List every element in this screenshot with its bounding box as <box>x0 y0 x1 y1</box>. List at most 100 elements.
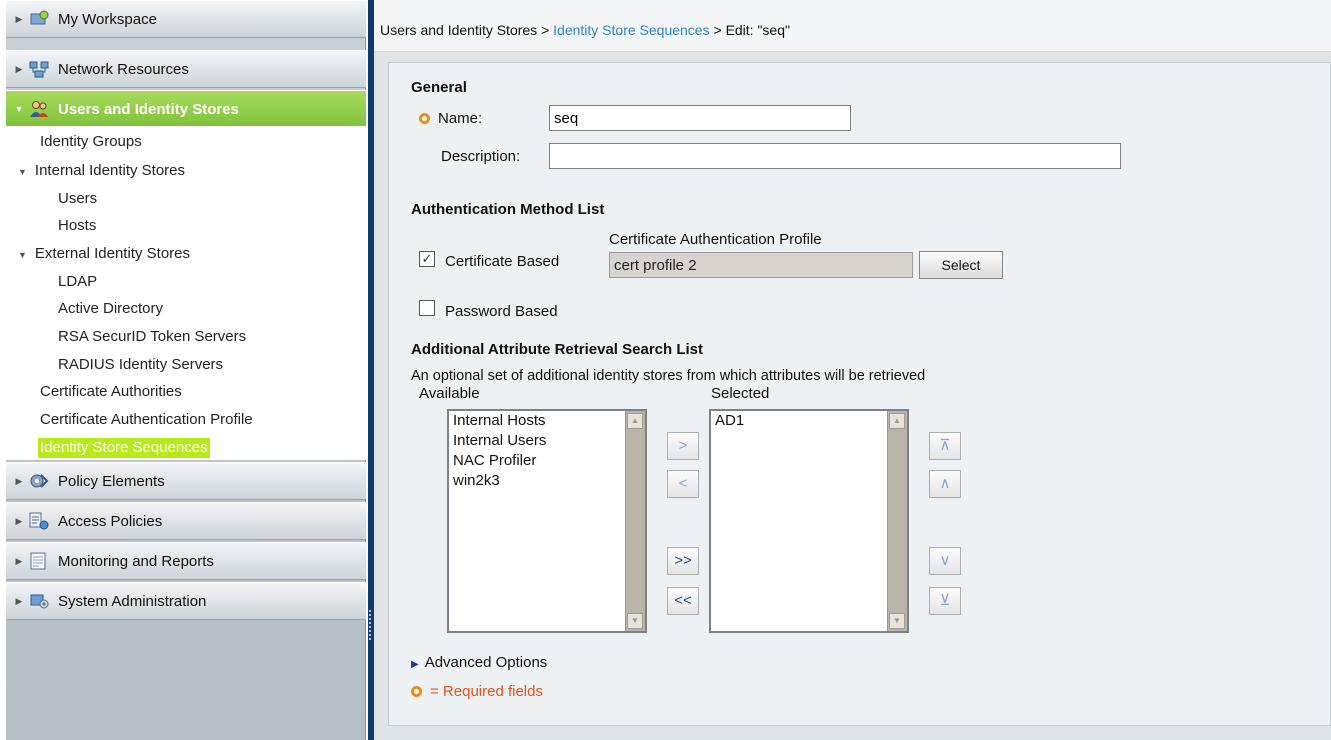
system-admin-icon <box>28 591 50 611</box>
tree-item-internal-identity-stores[interactable]: ▼ Internal Identity Stores <box>18 161 185 182</box>
expand-arrow-icon: ▶ <box>15 63 23 74</box>
cert-profile-field[interactable] <box>609 252 913 278</box>
tree-item-hosts[interactable]: Hosts <box>58 216 96 236</box>
scroll-down-icon[interactable]: ▼ <box>889 613 905 629</box>
drawer-label: Monitoring and Reports <box>58 552 214 570</box>
description-label: Description: <box>441 148 521 165</box>
advanced-options-toggle[interactable]: ▶ Advanced Options <box>411 654 547 671</box>
drawer-label: Network Resources <box>58 60 189 78</box>
drawer-policy-elements[interactable]: ▶ Policy Elements <box>6 462 366 500</box>
required-fields-text: = Required fields <box>430 683 543 700</box>
scroll-down-icon[interactable]: ▼ <box>627 613 643 629</box>
scrollbar[interactable]: ▲ ▼ <box>625 411 645 631</box>
expand-triangle-icon: ▶ <box>411 659 419 670</box>
required-fields-note: = Required fields <box>411 683 543 700</box>
drawer-system-administration[interactable]: ▶ System Administration <box>6 582 366 620</box>
drawer-label: Policy Elements <box>58 472 165 490</box>
collapse-arrow-icon: ▼ <box>14 104 24 114</box>
users-icon <box>28 99 50 119</box>
tree-item-label: External Identity Stores <box>34 245 190 262</box>
workspace-icon <box>28 9 50 29</box>
move-top-button[interactable]: ⊼ <box>929 432 961 460</box>
available-stores-list[interactable]: Internal Hosts Internal Users NAC Profiler… <box>447 409 647 633</box>
monitoring-icon <box>28 551 50 571</box>
selected-stores-list[interactable]: AD1 ▲ ▼ <box>709 409 909 633</box>
drawer-label: Users and Identity Stores <box>58 100 239 118</box>
expand-arrow-icon: ▶ <box>15 515 23 526</box>
password-based-checkbox[interactable] <box>419 300 435 316</box>
identity-stores-tree: Identity Groups ▼ Internal Identity Store… <box>6 126 366 460</box>
expand-arrow-icon: ▶ <box>15 13 23 24</box>
move-up-button[interactable]: ∧ <box>929 470 961 498</box>
name-label-text: Name: <box>438 110 483 127</box>
certificate-based-checkbox[interactable]: ✓ <box>419 251 435 267</box>
scrollbar[interactable]: ▲ ▼ <box>887 411 907 631</box>
main-content: Users and Identity Stores > Identity Sto… <box>374 0 1331 740</box>
expand-arrow-icon: ▶ <box>15 555 23 566</box>
expand-arrow-icon: ▶ <box>15 595 23 606</box>
collapse-arrow-icon: ▼ <box>18 167 27 177</box>
drawer-label: Access Policies <box>58 512 163 530</box>
drawer-label: System Administration <box>58 592 207 610</box>
tree-item-cert-auth-profile[interactable]: Certificate Authentication Profile <box>40 410 253 430</box>
breadcrumb-separator: > <box>709 22 726 38</box>
required-icon <box>419 113 430 124</box>
tree-item-external-identity-stores[interactable]: ▼ External Identity Stores <box>18 244 190 265</box>
breadcrumb: Users and Identity Stores > Identity Sto… <box>374 0 1331 52</box>
drawer-access-policies[interactable]: ▶ Access Policies <box>6 502 366 540</box>
scroll-up-icon[interactable]: ▲ <box>627 413 643 429</box>
navigation-sidebar: ▶ My Workspace ▶ Network Resources ▼ Use… <box>6 0 366 740</box>
list-item[interactable]: Internal Hosts <box>449 411 645 431</box>
list-item[interactable]: AD1 <box>711 411 907 431</box>
tree-item-active-directory[interactable]: Active Directory <box>58 299 163 319</box>
description-input[interactable] <box>549 143 1121 169</box>
tree-item-identity-groups[interactable]: Identity Groups <box>40 132 142 152</box>
tree-item-identity-store-sequences[interactable]: Identity Store Sequences <box>38 438 210 458</box>
scroll-up-icon[interactable]: ▲ <box>889 413 905 429</box>
select-profile-button[interactable]: Select <box>919 251 1003 279</box>
move-all-right-button[interactable]: >> <box>667 547 699 575</box>
splitter-grip[interactable] <box>369 610 373 640</box>
general-section-title: General <box>411 79 467 96</box>
drawer-network-resources[interactable]: ▶ Network Resources <box>6 50 366 88</box>
tree-item-users[interactable]: Users <box>58 189 97 209</box>
policy-elements-icon <box>28 471 50 491</box>
tree-item-label: Internal Identity Stores <box>34 162 186 179</box>
drawer-label: My Workspace <box>58 10 157 28</box>
move-right-button[interactable]: > <box>667 432 699 460</box>
available-list-label: Available <box>419 385 480 402</box>
breadcrumb-root: Users and Identity Stores <box>380 22 538 38</box>
password-based-label: Password Based <box>445 303 558 320</box>
breadcrumb-separator: > <box>537 22 554 38</box>
auth-method-section-title: Authentication Method List <box>411 201 605 218</box>
advanced-options-label: Advanced Options <box>424 654 548 671</box>
move-all-left-button[interactable]: << <box>667 587 699 615</box>
access-policies-icon <box>28 511 50 531</box>
edit-form-panel: General Name: Description: Authenticatio… <box>388 62 1331 726</box>
move-bottom-button[interactable]: ⊻ <box>929 587 961 615</box>
drawer-my-workspace[interactable]: ▶ My Workspace <box>6 0 366 38</box>
move-down-button[interactable]: ∨ <box>929 547 961 575</box>
tree-item-ldap[interactable]: LDAP <box>58 272 97 292</box>
expand-arrow-icon: ▶ <box>15 475 23 486</box>
tree-item-radius-servers[interactable]: RADIUS Identity Servers <box>58 355 223 375</box>
required-icon <box>411 686 422 697</box>
tree-item-rsa-securid[interactable]: RSA SecurID Token Servers <box>58 327 246 347</box>
name-input[interactable] <box>549 105 851 131</box>
drawer-users-identity-stores[interactable]: ▼ Users and Identity Stores <box>6 90 366 128</box>
attr-retrieval-description: An optional set of additional identity s… <box>411 368 926 384</box>
selected-list-label: Selected <box>711 385 770 402</box>
tree-item-certificate-authorities[interactable]: Certificate Authorities <box>40 382 182 402</box>
cert-profile-label: Certificate Authentication Profile <box>609 231 822 248</box>
drawer-monitoring-reports[interactable]: ▶ Monitoring and Reports <box>6 542 366 580</box>
list-item[interactable]: NAC Profiler <box>449 451 645 471</box>
attr-retrieval-section-title: Additional Attribute Retrieval Search Li… <box>411 341 703 358</box>
move-left-button[interactable]: < <box>667 470 699 498</box>
name-label: Name: <box>419 110 482 127</box>
network-icon <box>28 59 50 79</box>
list-item[interactable]: win2k3 <box>449 471 645 491</box>
breadcrumb-link-identity-store-sequences[interactable]: Identity Store Sequences <box>553 22 709 38</box>
breadcrumb-current: Edit: "seq" <box>725 22 790 38</box>
collapse-arrow-icon: ▼ <box>18 250 27 260</box>
list-item[interactable]: Internal Users <box>449 431 645 451</box>
